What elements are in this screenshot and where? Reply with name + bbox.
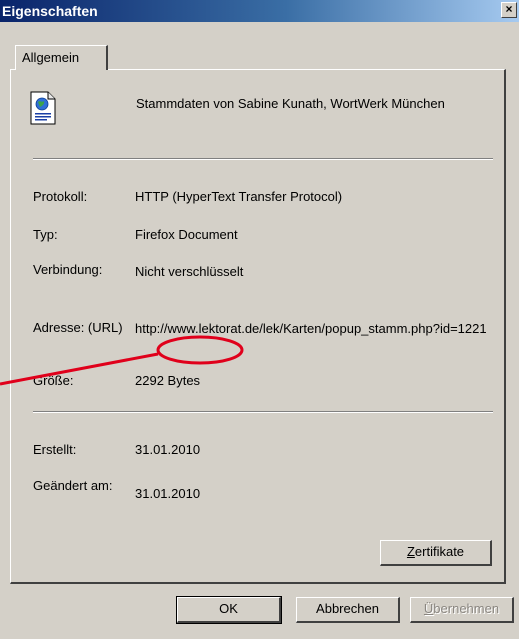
web-document-icon <box>30 91 56 125</box>
protocol-label: Protokoll: <box>33 189 88 204</box>
separator <box>33 158 493 160</box>
modified-label: Geändert am: <box>33 478 113 493</box>
tab-label: Allgemein <box>22 50 80 65</box>
cancel-label: Abbrechen <box>316 601 379 616</box>
ok-label: OK <box>219 601 238 616</box>
cancel-button[interactable]: Abbrechen <box>296 597 400 623</box>
window-title: Eigenschaften <box>2 3 98 19</box>
separator <box>33 411 493 413</box>
connection-value: Nicht verschlüsselt <box>135 264 244 279</box>
type-value: Firefox Document <box>135 227 238 242</box>
apply-button: Übernehmen <box>410 597 514 623</box>
address-label: Adresse: (URL) <box>33 320 123 335</box>
close-button[interactable]: × <box>501 2 517 18</box>
tab-allgemein[interactable]: Allgemein <box>15 45 108 70</box>
created-label: Erstellt: <box>33 442 77 457</box>
address-value: http://www.lektorat.de/lek/Karten/popup_… <box>135 321 487 336</box>
title-bar[interactable]: Eigenschaften × <box>0 0 519 22</box>
modified-value: 31.01.2010 <box>135 486 201 501</box>
document-title: Stammdaten von Sabine Kunath, WortWerk M… <box>136 96 445 111</box>
protocol-value: HTTP (HyperText Transfer Protocol) <box>135 189 343 204</box>
type-label: Typ: <box>33 227 58 242</box>
apply-label: bernehmen <box>433 601 500 616</box>
certificates-label: ertifikate <box>414 544 465 559</box>
properties-dialog: Eigenschaften × Allgemein Stammdaten von… <box>0 0 519 639</box>
size-label: Größe: <box>33 373 74 388</box>
connection-label: Verbindung: <box>33 262 103 277</box>
apply-mnemonic: Ü <box>423 601 434 616</box>
certificates-button[interactable]: Zertifikate <box>380 540 492 566</box>
size-value: 2292 Bytes <box>135 373 201 388</box>
close-icon: × <box>505 2 513 16</box>
ok-button[interactable]: OK <box>176 596 282 624</box>
created-value: 31.01.2010 <box>135 442 201 457</box>
certificates-mnemonic: Z <box>406 544 415 559</box>
